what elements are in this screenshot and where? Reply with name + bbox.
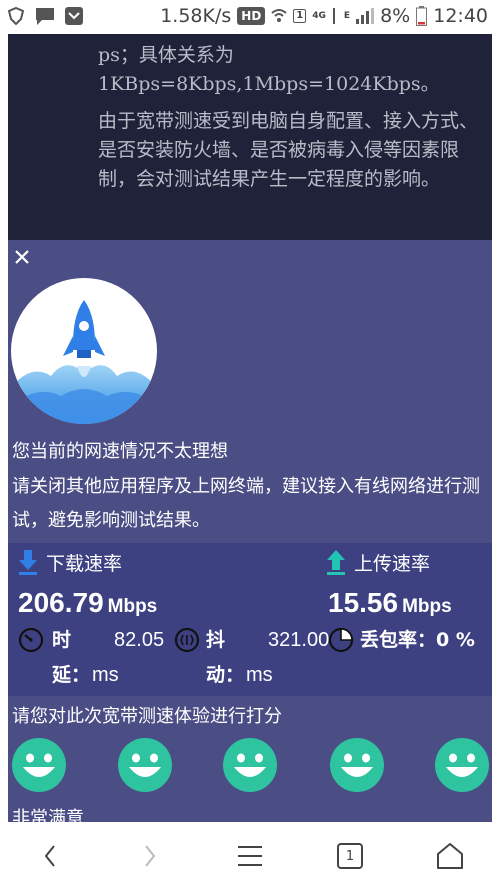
jitter-label-top: 抖 (206, 629, 226, 651)
download-arrow-icon (19, 549, 37, 575)
browser-navbar: 1 (0, 822, 500, 888)
result-message-body: 请关闭其他应用程序及上网终端，建议接入有线网络进行测试，避免影响测试结果。 (12, 476, 480, 531)
packet-loss-metric: 丢包率： 0 % (328, 623, 475, 658)
rating-label: 非常满意 (12, 808, 84, 822)
back-icon (44, 845, 55, 867)
article-paragraph: ps；具体关系为1KBps=8Kbps,1Mbps=1024Kbps。 (98, 44, 440, 95)
jitter-icon (174, 627, 200, 653)
download-value: 206.79 (18, 587, 104, 618)
home-button[interactable] (432, 838, 468, 874)
home-icon (437, 843, 463, 869)
rocket-logo (11, 278, 157, 424)
smiley-face-icon[interactable] (222, 737, 278, 793)
forward-icon (145, 845, 156, 867)
jitter-unit: ms (246, 664, 273, 686)
smiley-face-icon[interactable] (11, 737, 67, 793)
clock: 12:40 (433, 5, 488, 27)
smiley-face-icon[interactable] (434, 737, 490, 793)
upload-arrow-icon (327, 549, 345, 575)
hd-badge: HD (237, 7, 266, 25)
rating-prompt: 请您对此次宽带测速体验进行打分 (12, 706, 282, 727)
latency-gauge-icon (18, 627, 44, 653)
upload-label: 上传速率 (354, 553, 431, 575)
latency-label-bottom: 延： (52, 664, 91, 686)
jitter-metric: 抖 动： 321.00 ms (174, 623, 329, 693)
menu-icon (238, 846, 262, 866)
signal-4g-icon (332, 8, 335, 24)
speed-stats: 下载速率 206.79 Mbps 上传速率 15.56 Mbps 时 延： 82.0… (8, 543, 492, 696)
result-message-title: 您当前的网速情况不太理想 (12, 441, 228, 462)
packet-loss-value: 0 % (436, 629, 475, 651)
speed-result-panel: 您当前的网速情况不太理想 请关闭其他应用程序及上网终端，建议接入有线网络进行测试… (8, 240, 492, 822)
network-4g: 4G (312, 11, 326, 21)
packet-loss-label: 丢包率： (360, 629, 437, 651)
jitter-label-bottom: 动： (206, 664, 245, 686)
back-button[interactable] (32, 838, 68, 874)
tab-count: 1 (345, 848, 355, 864)
article-section: ps；具体关系为1KBps=8Kbps,1Mbps=1024Kbps。 由于宽带… (8, 34, 492, 240)
upload-unit: Mbps (402, 596, 452, 617)
status-bar: 1.58K/s HD 1 4G E 8% 12:40 (0, 0, 500, 34)
latency-unit: ms (92, 664, 119, 686)
download-header: 下载速率 (18, 549, 122, 576)
smiley-face-icon[interactable] (329, 737, 385, 793)
menu-button[interactable] (232, 838, 268, 874)
latency-value: 82.05 (114, 629, 165, 651)
shield-heart-icon (7, 6, 25, 26)
upload-header: 上传速率 (326, 549, 430, 576)
smiley-face-icon[interactable] (117, 737, 173, 793)
latency-label-top: 时 (52, 629, 72, 651)
download-speed: 206.79 Mbps (18, 587, 157, 619)
upload-speed: 15.56 Mbps (328, 587, 452, 619)
wifi-icon (271, 9, 287, 22)
download-unit: Mbps (107, 596, 158, 617)
article-paragraph: 由于宽带测速受到电脑自身配置、接入方式、是否安装防火墙、是否被病毒入侵等因素限制… (98, 110, 479, 190)
close-icon[interactable] (13, 248, 31, 266)
network-e: E (343, 11, 351, 21)
packet-loss-pie-icon (328, 627, 354, 653)
inbox-icon (65, 7, 83, 25)
download-label: 下载速率 (46, 553, 123, 575)
battery-icon (416, 6, 428, 26)
message-icon (36, 8, 54, 25)
jitter-value: 321.00 (268, 629, 330, 651)
upload-value: 15.56 (328, 587, 399, 618)
tabs-button[interactable]: 1 (332, 838, 368, 874)
battery-percent: 8% (380, 5, 411, 27)
signal-strength-icon (356, 8, 375, 24)
sim-badge: 1 (293, 9, 307, 23)
network-speed: 1.58K/s (160, 5, 232, 27)
forward-button[interactable] (132, 838, 168, 874)
latency-metric: 时 延： 82.05 ms (18, 623, 164, 693)
